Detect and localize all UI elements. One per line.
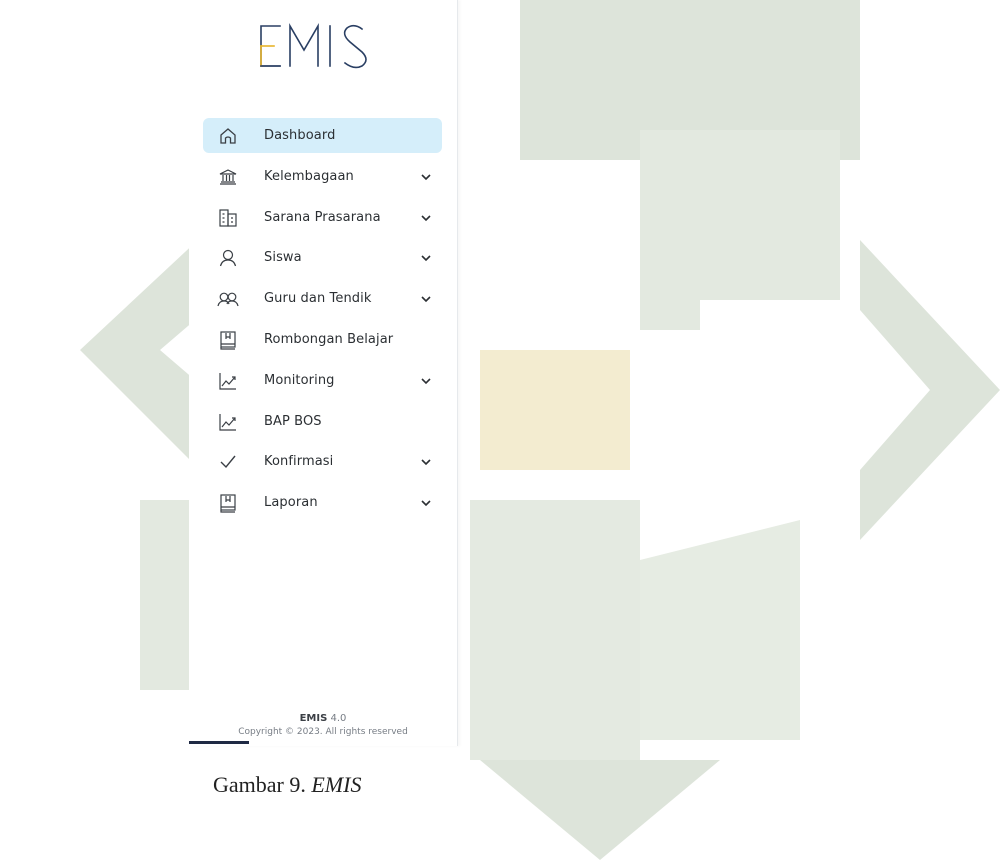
sidebar-menu: Dashboard Kelembagaan Sarana Prasarana S… [203, 118, 442, 526]
menu-item-label: Guru dan Tendik [264, 291, 372, 307]
version-text: EMIS 4.0 [189, 712, 457, 725]
app-name: EMIS [299, 713, 328, 724]
menu-item-label: Dashboard [264, 128, 336, 143]
home-icon [217, 125, 239, 147]
user-icon [217, 247, 239, 269]
copyright-text: Copyright © 2023. All rights reserved [238, 727, 408, 737]
watermark-emblem [80, 0, 1000, 860]
menu-item-rombongan-belajar[interactable]: Rombongan Belajar [203, 322, 442, 357]
chart-line-icon [217, 411, 239, 433]
menu-item-sarana-prasarana[interactable]: Sarana Prasarana [203, 200, 442, 235]
menu-item-laporan[interactable]: Laporan [203, 485, 442, 520]
menu-item-siswa[interactable]: Siswa [203, 240, 442, 275]
chevron-down-icon [421, 296, 431, 303]
bank-icon [217, 166, 239, 188]
menu-item-guru-dan-tendik[interactable]: Guru dan Tendik [203, 281, 442, 316]
menu-item-konfirmasi[interactable]: Konfirmasi [203, 444, 442, 479]
building-icon [217, 207, 239, 229]
chevron-down-icon [421, 459, 431, 466]
menu-item-bap-bos[interactable]: BAP BOS [203, 404, 442, 439]
book-icon [217, 492, 239, 514]
menu-item-label: Sarana Prasarana [264, 209, 381, 225]
check-icon [217, 451, 239, 473]
chart-line-icon [217, 370, 239, 392]
menu-item-kelembagaan[interactable]: Kelembagaan [203, 159, 442, 194]
chevron-down-icon [421, 500, 431, 507]
chevron-down-icon [421, 378, 431, 384]
book-icon [217, 329, 239, 351]
chevron-down-icon [421, 255, 431, 262]
menu-item-label: Kelembagaan [264, 168, 354, 184]
sidebar-footer: EMIS 4.0 Copyright © 2023. All rights re… [189, 712, 457, 739]
menu-item-label: Laporan [264, 495, 318, 511]
emis-logo[interactable] [258, 20, 388, 72]
menu-item-label: Siswa [264, 250, 302, 266]
menu-item-dashboard[interactable]: Dashboard [203, 118, 442, 153]
sidebar-scroll-indicator [189, 741, 249, 744]
menu-item-label: Monitoring [264, 372, 335, 388]
figure-caption: Gambar 9. EMIS [213, 772, 361, 798]
menu-item-label: BAP BOS [264, 413, 322, 429]
menu-item-label: Konfirmasi [264, 454, 334, 470]
app-version: 4.0 [330, 713, 347, 724]
caption-title: EMIS [311, 772, 362, 797]
chevron-down-icon [421, 174, 431, 180]
caption-prefix: Gambar 9. [213, 772, 312, 797]
chevron-down-icon [421, 215, 431, 221]
menu-item-monitoring[interactable]: Monitoring [203, 363, 442, 398]
users-icon [217, 288, 239, 310]
menu-item-label: Rombongan Belajar [264, 331, 394, 347]
